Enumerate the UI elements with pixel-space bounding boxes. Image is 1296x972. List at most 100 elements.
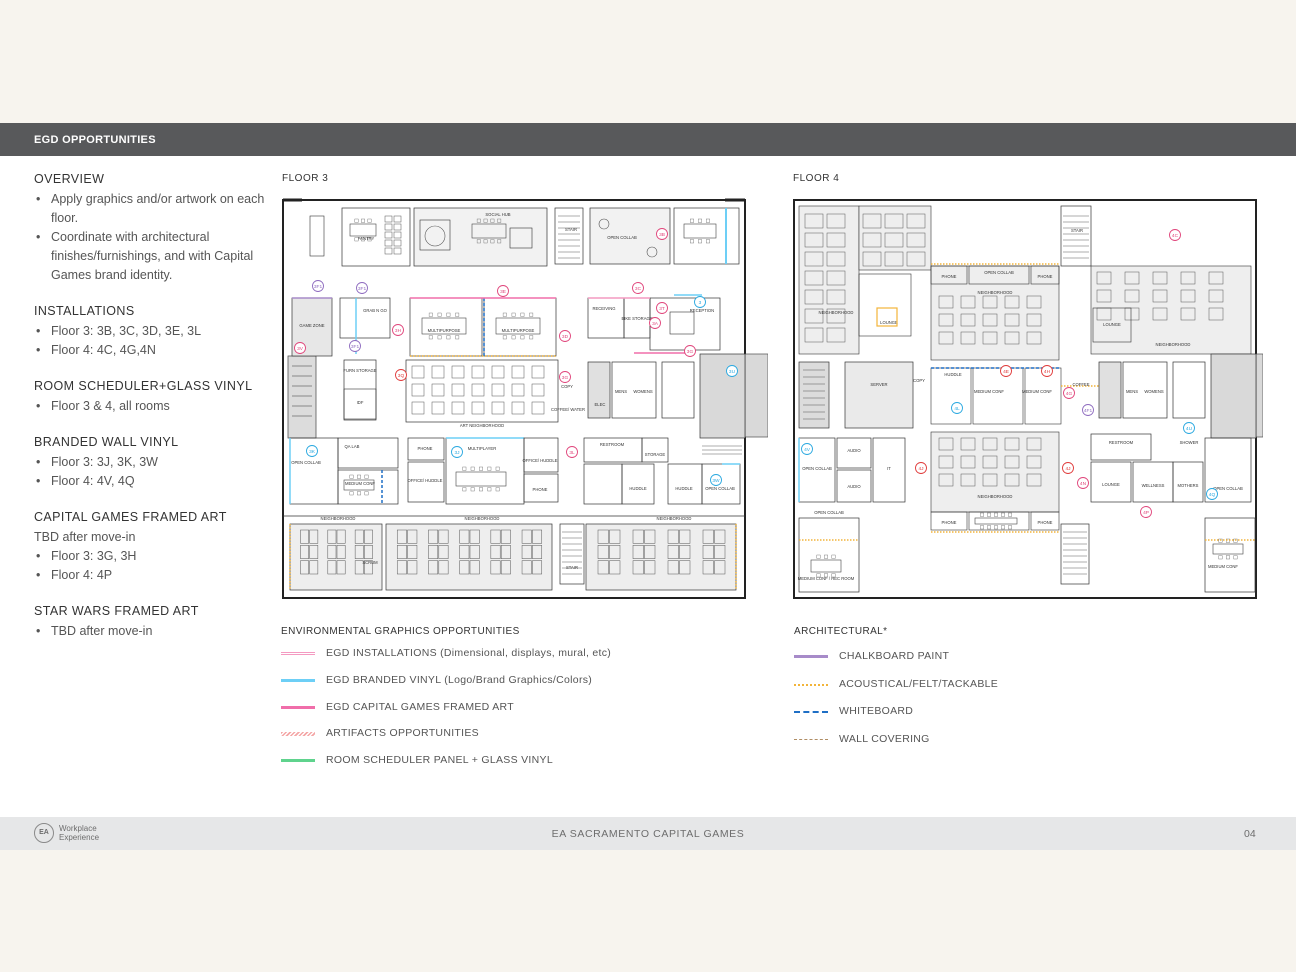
room-audio [836,437,872,469]
room-storage [641,437,669,463]
legend-item: EGD INSTALLATIONS (Dimensional, displays… [281,647,611,661]
tag-label: 4L [954,406,960,412]
chair [980,525,984,530]
sidebar-notes: OVERVIEW Apply graphics and/or artwork o… [34,172,274,660]
room-label: MULTIPURPOSE [428,328,461,333]
table [810,559,842,573]
legend-item: EGD BRANDED VINYL (Logo/Brand Graphics/C… [281,674,611,688]
chair [364,491,369,496]
table [455,471,507,487]
room-label: IT [887,466,891,471]
section-capital-games-art: CAPITAL GAMES FRAMED ART TBD after move-… [34,510,274,585]
legend-swatch [794,683,828,686]
room-label: AUDIO [847,448,861,453]
room-label: HUDDLE [944,372,961,377]
room-label: OPEN COLLAB [705,486,735,491]
chair [364,474,369,479]
chair [349,474,354,479]
legend-label: CHALKBOARD PAINT [839,650,950,662]
room-label: GRAB N GO [363,308,387,313]
desk [411,401,425,415]
room-multipurpose [409,297,483,357]
chair [502,312,507,317]
chair [824,554,828,559]
stair-core [1098,361,1122,419]
section-title: OVERVIEW [34,172,105,186]
chair [831,554,836,559]
table [974,517,1018,525]
chair [349,491,354,496]
desk [431,365,445,379]
tag-label: 3H [395,328,402,334]
chair [495,466,500,471]
reception-desk [669,311,695,335]
legend-label: ARTIFACTS OPPORTUNITIES [326,727,479,740]
elevator-lobby [1210,353,1257,439]
chair [361,218,365,223]
chair [367,218,372,223]
legend-swatch [281,759,315,763]
chair [470,466,475,471]
desk [531,401,545,415]
room-label: MOTHERS [1178,483,1199,488]
desk [411,365,425,379]
desk [393,231,402,239]
chair [1008,525,1012,530]
chair [690,218,694,223]
room-neighborhood [930,431,1060,513]
header-bar [0,123,1296,156]
legend-item: WALL COVERING [794,733,1124,747]
room-label: LOUNGE [880,320,898,325]
list-item: Floor 4: 4C, 4G,4N [34,341,274,360]
room-label: OPEN COLLAB [814,510,844,515]
room-label: SCRUM [362,560,378,565]
legend-swatch [794,738,828,740]
desk [431,401,445,415]
desk [384,239,393,247]
room-label: HUDDLE [675,486,692,491]
footer-title: EA SACRAMENTO CAPITAL GAMES [551,828,745,840]
legend-item: EGD CAPITAL GAMES FRAMED ART [281,701,611,715]
desk [384,231,393,239]
room-label: ART NEIGHBORHOOD [460,423,504,428]
desk [471,383,485,397]
room-huddle [667,463,703,505]
desk [384,223,393,231]
room-label: STORAGE [645,452,666,457]
chair [354,218,359,223]
chair [706,218,710,223]
elevator-lobby [699,353,746,439]
floor-4-plan-drawing: NEIGHBORHOOD LOUNGE STAIR NEIGHBORHOOD PHONE… [793,199,1263,599]
floor-4-label: FLOOR 4 [793,173,840,184]
tag-label: 4Q [1209,492,1216,498]
chair [1001,525,1005,530]
chair [1226,555,1230,560]
room-label: ELEC [595,402,606,407]
legend-item: ARTIFACTS OPPORTUNITIES [281,727,611,741]
chair [987,512,991,517]
room-label: PHONE [1038,520,1053,525]
chair [479,466,483,471]
stair-core [744,353,768,438]
room-neighborhood [858,205,932,271]
tag-label: 4E [1003,369,1009,375]
desk [491,401,505,415]
list-item: Floor 4: 4V, 4Q [34,472,274,491]
chair [529,335,534,340]
tag-label: 3B [659,232,665,238]
room-neighborhood [1090,265,1252,355]
room-restroom [661,361,695,419]
section-title: BRANDED WALL VINYL [34,435,179,449]
room-label: GAME ZONE [299,323,324,328]
desk [384,215,393,223]
legend-label: ACOUSTICAL/FELT/TACKABLE [839,677,999,690]
chair [698,218,702,223]
chair [698,239,702,244]
stair-core [1255,353,1263,438]
chair [446,312,451,317]
room-label: FURN STORAGE [343,368,376,373]
tag-label: 3T [659,306,665,312]
list-item: TBD after move-in [34,622,274,641]
furniture [309,215,325,257]
room-label: OPEN COLLAB [607,235,637,240]
